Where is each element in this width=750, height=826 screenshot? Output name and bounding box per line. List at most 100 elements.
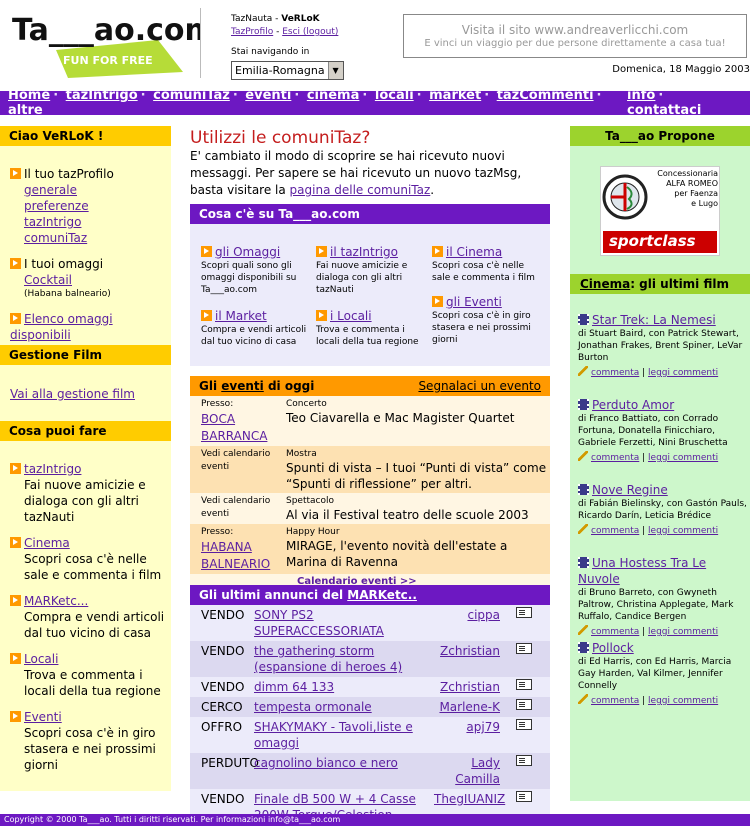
- message-icon[interactable]: [516, 755, 532, 766]
- logout-link[interactable]: Esci (logout): [282, 27, 338, 37]
- film-read-comments-link[interactable]: leggi commenti: [648, 627, 718, 637]
- cosa-link-cinema[interactable]: Cinema: [24, 536, 70, 550]
- cosa-box-link-omaggi[interactable]: gli Omaggi: [215, 245, 280, 259]
- nav-tazintrigo[interactable]: tazIntrigo: [66, 88, 138, 103]
- cosa-box-link-locali[interactable]: i Locali: [330, 309, 372, 323]
- film-title-link[interactable]: Una Hostess Tra Le Nuvole: [578, 556, 706, 586]
- film-management-link[interactable]: Vai alla gestione film: [10, 387, 135, 401]
- event-calendar-link[interactable]: Vedi calendario eventi: [201, 496, 270, 519]
- profile-link[interactable]: TazProfilo: [231, 27, 273, 37]
- comunitaz-page-link[interactable]: pagina delle comuniTaz: [290, 183, 431, 197]
- navigating-label: Stai navigando in: [231, 47, 310, 57]
- site-logo[interactable]: Ta___ao.com FUN FOR FREE: [8, 10, 216, 80]
- film-title-link[interactable]: Pollock: [592, 641, 634, 655]
- film-read-comments-link[interactable]: leggi commenti: [648, 696, 718, 706]
- nav-home[interactable]: Home: [8, 88, 50, 103]
- film-read-comments-link[interactable]: leggi commenti: [648, 368, 718, 378]
- event-row: Presso: HABANA BALNEARIO Happy Hour MIRAGE…: [190, 524, 550, 574]
- annuncio-user-link[interactable]: cippa: [467, 608, 500, 622]
- cosa-box-title: Cosa c'è su Ta___ao.com: [190, 204, 550, 224]
- film-comment-link[interactable]: commenta: [591, 526, 639, 536]
- nav-eventi[interactable]: eventi: [245, 88, 291, 103]
- profile-link-preferenze[interactable]: preferenze: [24, 199, 89, 213]
- cosa-item: Locali Trova e commenta i locali della t…: [10, 651, 170, 699]
- cosa-link-locali[interactable]: Locali: [24, 652, 58, 666]
- nav-left: Home · tazIntrigo · comuniTaz · eventi · cin…: [8, 88, 602, 118]
- ad-banner[interactable]: Visita il sito www.andreaverlicchi.com E…: [403, 14, 747, 58]
- nav-info[interactable]: info: [627, 88, 655, 103]
- cosa-box-link-cinema[interactable]: il Cinema: [446, 245, 502, 259]
- film-title-link[interactable]: Perduto Amor: [592, 398, 674, 412]
- annuncio-user-link[interactable]: Marlene-K: [439, 700, 500, 714]
- cosa-desc: Compra e vendi articoli dal tuo vicino d…: [24, 610, 165, 640]
- film-comment-link[interactable]: commenta: [591, 627, 639, 637]
- cinema-title: Cinema: gli ultimi film: [570, 274, 750, 294]
- logo-graphic: Ta___ao.com FUN FOR FREE: [12, 13, 216, 78]
- message-icon[interactable]: [516, 699, 532, 710]
- event-calendar-link[interactable]: Vedi calendario eventi: [201, 449, 270, 472]
- cosa-link-eventi[interactable]: Eventi: [24, 710, 62, 724]
- cosa-desc: Scopri cosa c'è in giro stasera e nei pr…: [24, 726, 156, 772]
- film-item: Pollock di Ed Harris, con Ed Harris, Mar…: [578, 640, 750, 707]
- annuncio-user-link[interactable]: Zchristian: [440, 680, 500, 694]
- arrow-bullet-icon: [10, 463, 21, 474]
- region-select[interactable]: Emilia-Romagna ▼: [231, 61, 344, 80]
- message-icon[interactable]: [516, 719, 532, 730]
- annuncio-title-link[interactable]: SONY PS2 SUPERACCESSORIATA: [254, 608, 384, 638]
- annuncio-user-link[interactable]: Lady Camilla: [455, 756, 500, 786]
- events-box: Gli eventi di oggi Segnalaci un evento P…: [190, 376, 550, 589]
- annuncio-title-link[interactable]: SHAKYMAKY - Tavoli,liste e omaggi: [254, 720, 413, 750]
- cosa-box-item: il Market Compra e vendi articoli dal tu…: [201, 308, 313, 348]
- current-date: Domenica, 18 Maggio 2003: [612, 64, 750, 75]
- event-text: MIRAGE, l'evento novità dell'estate a Ma…: [286, 539, 508, 569]
- events-title-link[interactable]: eventi: [221, 379, 264, 393]
- cosa-link-market[interactable]: MARKetc...: [24, 594, 88, 608]
- film-title-link[interactable]: Star Trek: La Nemesi: [592, 313, 716, 327]
- annuncio-user-link[interactable]: apj79: [466, 720, 500, 734]
- annunci-market-link[interactable]: MARKetc..: [347, 588, 417, 602]
- annuncio-title-link[interactable]: cagnolino bianco e nero: [254, 756, 398, 770]
- cosa-link-tazintrigo[interactable]: tazIntrigo: [24, 462, 81, 476]
- film-comment-link[interactable]: commenta: [591, 696, 639, 706]
- cosa-box-link-eventi[interactable]: gli Eventi: [446, 295, 502, 309]
- message-icon[interactable]: [516, 607, 532, 618]
- film-read-comments-link[interactable]: leggi commenti: [648, 453, 718, 463]
- annuncio-title-link[interactable]: dimm 64 133: [254, 680, 334, 694]
- event-text: Teo Ciavarella e Mac Magister Quartet: [286, 411, 515, 425]
- annunci-box: Gli ultimi annunci del MARKetc.. VENDO S…: [190, 585, 550, 825]
- nav-altre[interactable]: altre: [8, 103, 43, 118]
- profile-link-comunitaz[interactable]: comuniTaz: [24, 231, 87, 245]
- cinema-title-link[interactable]: Cinema: [580, 277, 630, 291]
- arrow-bullet-icon: [432, 296, 443, 307]
- omaggi-list-link[interactable]: Elenco omaggi disponibili: [10, 312, 113, 342]
- profile-link-tazintrigo[interactable]: tazIntrigo: [24, 215, 81, 229]
- profile-link-generale[interactable]: generale: [24, 183, 77, 197]
- film-comment-link[interactable]: commenta: [591, 453, 639, 463]
- hello-title: Ciao VeRLoK !: [0, 126, 171, 146]
- event-venue-link[interactable]: HABANA BALNEARIO: [201, 540, 270, 571]
- nav-cinema[interactable]: cinema: [307, 88, 360, 103]
- message-icon[interactable]: [516, 643, 532, 654]
- nav-tazcommenti[interactable]: tazCommenti: [497, 88, 594, 103]
- omaggio-link[interactable]: Cocktail: [24, 273, 72, 287]
- signal-event-link[interactable]: Segnalaci un evento: [418, 379, 541, 393]
- annuncio-title-link[interactable]: tempesta ormonale: [254, 700, 372, 714]
- alfa-romeo-ad[interactable]: Concessionaria ALFA ROMEO per Faenza e L…: [600, 166, 720, 256]
- cosa-box-link-tazintrigo[interactable]: il tazIntrigo: [330, 245, 398, 259]
- cosa-box-link-market[interactable]: il Market: [215, 309, 267, 323]
- nav-right: info · contattaci: [627, 88, 702, 118]
- event-text: Spunti di vista – I tuoi “Punti di vista…: [286, 461, 547, 491]
- nav-locali[interactable]: locali: [375, 88, 414, 103]
- annuncio-user-link[interactable]: Zchristian: [440, 644, 500, 658]
- film-comment-link[interactable]: commenta: [591, 368, 639, 378]
- nav-market[interactable]: market: [429, 88, 481, 103]
- nav-contattaci[interactable]: contattaci: [627, 103, 701, 118]
- film-title-link[interactable]: Nove Regine: [592, 483, 668, 497]
- message-icon[interactable]: [516, 791, 532, 802]
- event-venue-link[interactable]: BOCA BARRANCA: [201, 412, 267, 443]
- film-read-comments-link[interactable]: leggi commenti: [648, 526, 718, 536]
- annuncio-user-link[interactable]: ThegIUANIZ: [434, 792, 505, 806]
- annuncio-title-link[interactable]: the gathering storm (espansione di heroe…: [254, 644, 402, 674]
- message-icon[interactable]: [516, 679, 532, 690]
- nav-comunitaz[interactable]: comuniTaz: [153, 88, 230, 103]
